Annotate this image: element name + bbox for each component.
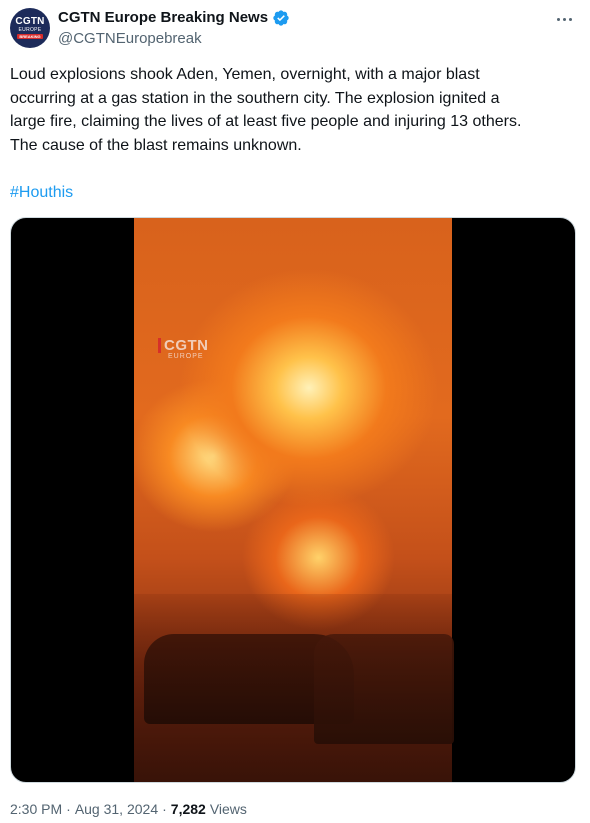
watermark-main: CGTN [158,338,209,353]
hashtag-link[interactable]: #Houthis [10,182,73,204]
verified-badge-icon [273,10,289,26]
more-options-icon[interactable] [550,8,578,30]
tweet-header: CGTN EUROPE BREAKING CGTN Europe Breakin… [10,6,580,50]
views-label: Views [209,801,247,817]
video-frame[interactable]: CGTN EUROPE [134,218,454,782]
avatar-subtext: EUROPE [18,27,42,33]
tweet-time[interactable]: 2:30 PM [10,800,62,818]
video-car-silhouette-2 [314,634,454,744]
tweet: CGTN EUROPE BREAKING CGTN Europe Breakin… [0,0,590,823]
meta-separator-2: · [162,801,167,817]
meta-separator: · [66,801,71,817]
video-watermark: CGTN EUROPE [158,338,209,361]
tweet-meta: 2:30 PM · Aug 31, 2024 · 7,282 Views [10,800,247,818]
avatar[interactable]: CGTN EUROPE BREAKING [10,8,50,48]
avatar-text: CGTN [15,16,45,27]
watermark-sub: EUROPE [168,353,204,360]
author-display-name[interactable]: CGTN Europe Breaking News [58,8,268,28]
tweet-date[interactable]: Aug 31, 2024 [75,800,158,818]
views-count[interactable]: 7,282 [171,800,206,818]
name-row: CGTN Europe Breaking News [58,8,290,28]
video-media[interactable]: CGTN EUROPE [10,217,576,783]
avatar-tag: BREAKING [17,34,43,39]
tweet-text: Loud explosions shook Aden, Yemen, overn… [10,66,522,154]
author-handle[interactable]: @CGTNEuropebreak [58,29,202,49]
